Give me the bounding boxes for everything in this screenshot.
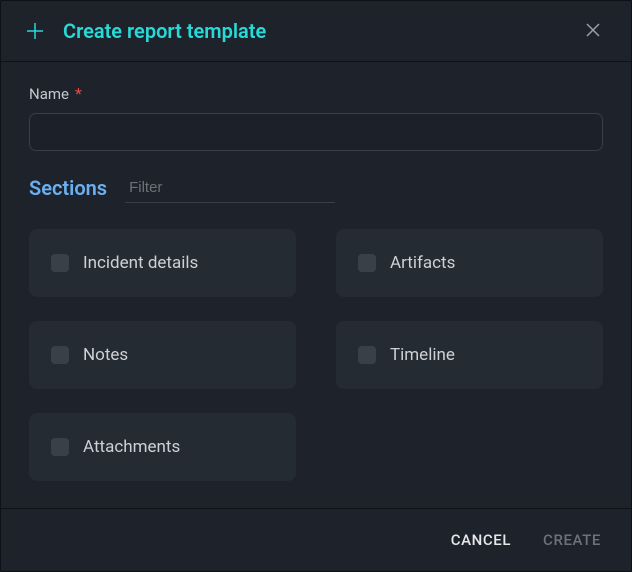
sections-heading: Sections [29, 176, 107, 200]
modal-title: Create report template [63, 19, 266, 43]
name-input[interactable] [29, 113, 603, 151]
section-label: Timeline [390, 345, 455, 365]
header-left: Create report template [25, 19, 266, 43]
checkbox[interactable] [51, 438, 69, 456]
section-label: Notes [83, 345, 128, 365]
section-card-notes[interactable]: Notes [29, 321, 296, 389]
modal-body: Name * Sections Incident details Artifac… [1, 62, 631, 508]
create-report-template-modal: Create report template Name * Sections [0, 0, 632, 572]
create-button[interactable]: CREATE [543, 531, 601, 549]
section-label: Incident details [83, 253, 198, 273]
checkbox[interactable] [358, 346, 376, 364]
checkbox[interactable] [358, 254, 376, 272]
sections-grid: Incident details Artifacts Notes Timelin… [29, 229, 603, 481]
plus-icon [25, 21, 45, 41]
sections-header: Sections [29, 173, 603, 203]
section-card-artifacts[interactable]: Artifacts [336, 229, 603, 297]
close-button[interactable] [579, 17, 607, 45]
section-card-timeline[interactable]: Timeline [336, 321, 603, 389]
section-label: Attachments [83, 437, 180, 457]
section-label: Artifacts [390, 253, 455, 273]
close-icon [585, 22, 601, 41]
section-card-incident-details[interactable]: Incident details [29, 229, 296, 297]
checkbox[interactable] [51, 254, 69, 272]
name-field-group: Name * [29, 84, 603, 151]
checkbox[interactable] [51, 346, 69, 364]
name-label-row: Name * [29, 84, 603, 113]
section-card-attachments[interactable]: Attachments [29, 413, 296, 481]
filter-input[interactable] [129, 179, 331, 196]
modal-header: Create report template [1, 1, 631, 62]
modal-footer: CANCEL CREATE [1, 508, 631, 571]
required-indicator: * [75, 84, 82, 103]
cancel-button[interactable]: CANCEL [451, 531, 511, 549]
filter-field-wrap [125, 173, 335, 203]
name-label: Name [29, 85, 69, 103]
